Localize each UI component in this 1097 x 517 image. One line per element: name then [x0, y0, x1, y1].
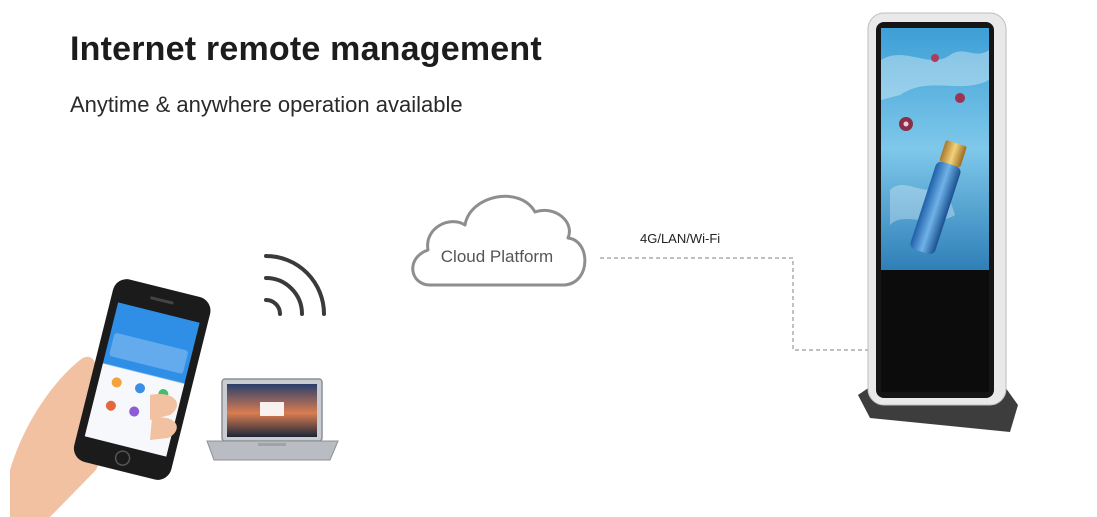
- cloud-icon: [411, 194, 587, 287]
- laptop-icon: [206, 378, 339, 461]
- smartphone-icon: [10, 279, 211, 517]
- connection-label: 4G/LAN/Wi-Fi: [640, 231, 720, 246]
- digital-signage-kiosk-icon: [858, 12, 1018, 432]
- cloud-platform-label: Cloud Platform: [441, 247, 553, 266]
- connection-line: [600, 257, 872, 351]
- wifi-signal-icon: [264, 254, 326, 316]
- network-diagram: Cloud Platform 4G/LAN/Wi-Fi: [10, 12, 1018, 517]
